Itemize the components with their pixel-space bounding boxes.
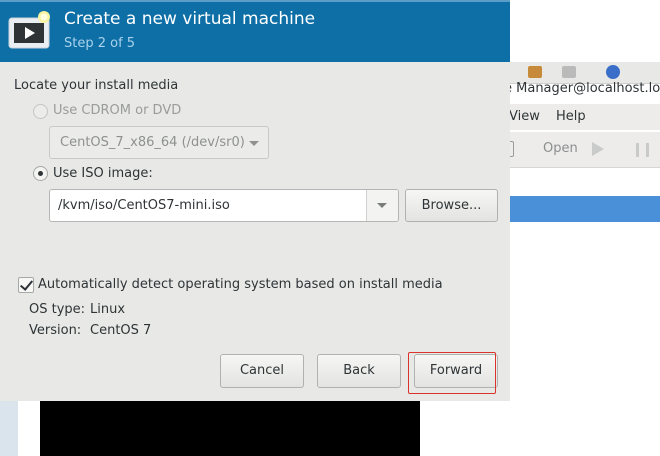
iso-path-input[interactable]: [50, 190, 367, 221]
iso-path-combo: [49, 189, 399, 222]
back-button[interactable]: Back: [317, 354, 401, 388]
os-version-value: CentOS 7: [90, 323, 152, 338]
autodetect-os-label[interactable]: Automatically detect operating system ba…: [38, 277, 443, 292]
desktop-edge: [0, 401, 18, 456]
play-icon[interactable]: [592, 142, 604, 156]
desktop-gap: [18, 401, 40, 456]
cdrom-device-select[interactable]: CentOS_7_x86_64 (/dev/sr0): [49, 126, 269, 159]
vm-manager-menubar: View Help: [509, 104, 660, 130]
dialog-title: Create a new virtual machine: [64, 9, 316, 29]
iso-radio-label[interactable]: Use ISO image:: [53, 166, 153, 181]
vm-console-display[interactable]: [40, 401, 420, 456]
pause-icon[interactable]: [636, 143, 649, 157]
forward-button[interactable]: Forward: [414, 354, 498, 388]
browse-button[interactable]: Browse...: [405, 189, 498, 222]
dialog-header: Create a new virtual machine Step 2 of 5: [0, 0, 510, 62]
iso-radio[interactable]: [33, 166, 48, 181]
vm-manager-top-strip: [510, 32, 660, 62]
cancel-button[interactable]: Cancel: [220, 354, 304, 388]
autodetect-os-checkbox[interactable]: [18, 277, 34, 293]
window-icon[interactable]: [562, 66, 576, 78]
cdrom-radio[interactable]: [33, 104, 48, 119]
folder-icon[interactable]: [528, 66, 542, 78]
os-version-label: Version:: [29, 323, 82, 338]
selected-vm-row[interactable]: [510, 196, 660, 222]
virtual-machine-icon: [8, 11, 50, 49]
chevron-down-icon: [249, 141, 259, 146]
iso-history-dropdown[interactable]: [367, 190, 398, 221]
help-icon[interactable]: [606, 65, 620, 79]
vm-manager-title: e Manager@localhost.loc: [510, 81, 660, 96]
new-vm-dialog: Create a new virtual machine Step 2 of 5…: [0, 0, 510, 401]
cdrom-radio-label[interactable]: Use CDROM or DVD: [53, 103, 181, 118]
open-button[interactable]: Open: [543, 141, 578, 156]
install-media-heading: Locate your install media: [14, 78, 179, 93]
step-indicator: Step 2 of 5: [64, 36, 136, 51]
vm-manager-toolbar: Open: [506, 132, 660, 168]
menu-view[interactable]: View: [509, 109, 540, 124]
cdrom-device-value: CentOS_7_x86_64 (/dev/sr0): [60, 135, 245, 150]
menu-help[interactable]: Help: [556, 109, 586, 124]
vm-manager-window: e Manager@localhost.loc View Help Open: [506, 0, 660, 456]
os-type-label: OS type:: [29, 302, 86, 317]
os-type-value: Linux: [90, 302, 126, 317]
